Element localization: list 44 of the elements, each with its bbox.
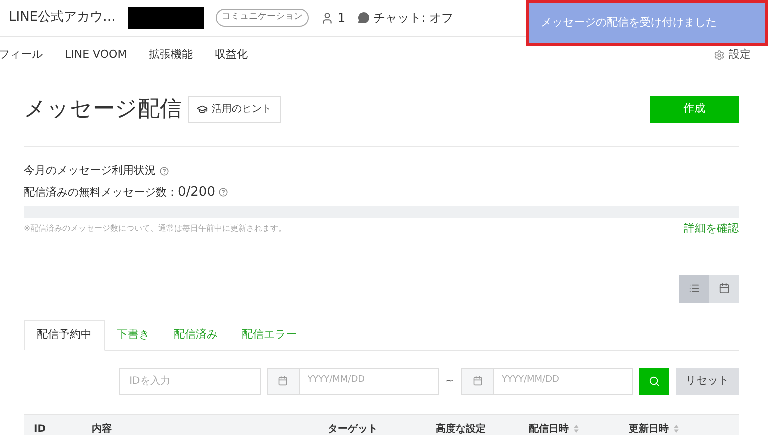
column-header[interactable]: 更新日時 (629, 422, 679, 435)
column-header: 高度な設定 (436, 422, 486, 435)
end-date-field[interactable]: YYYY/MM/DD (461, 368, 633, 394)
usage-count: 配信済みの無料メッセージ数：0/200 (24, 184, 216, 202)
page-title: メッセージ配信 (24, 96, 182, 124)
reset-button[interactable]: リセット (676, 368, 739, 394)
start-date-field[interactable]: YYYY/MM/DD (266, 368, 439, 394)
range-separator: ~ (446, 374, 454, 388)
chat-status: チャット: オフ (374, 10, 454, 27)
search-button[interactable] (639, 368, 669, 394)
account-type-badge: コミュニケーション (216, 9, 310, 27)
nav-link[interactable]: 拡張機能 (149, 46, 194, 64)
search-icon (648, 376, 660, 386)
nav-link[interactable]: LINE VOOM (65, 46, 128, 64)
calendar-icon (472, 376, 482, 386)
sort-icon[interactable] (574, 425, 579, 433)
column-header: ターゲット (328, 422, 378, 435)
gear-icon (714, 50, 725, 60)
chat-icon (358, 12, 370, 24)
tab[interactable]: 配信予約中 (24, 320, 105, 350)
id-input-field[interactable]: IDを入力 (118, 368, 261, 394)
toast-message: メッセージの配信を受け付けました (541, 14, 717, 31)
member-icon (321, 12, 334, 24)
column-header: 内容 (92, 422, 112, 435)
calendar-view-button[interactable] (709, 274, 739, 302)
usage-heading: 今月のメッセージ利用状況 (24, 163, 156, 179)
hint-button[interactable]: 活用のヒント (188, 96, 281, 123)
nav-link[interactable]: 収益化 (215, 46, 248, 64)
column-header[interactable]: 配信日時 (529, 422, 579, 435)
account-name: LINE公式アカウ… (8, 9, 116, 28)
column-header: ID (34, 422, 46, 435)
settings-link[interactable]: 設定 (714, 46, 751, 64)
details-link[interactable]: 詳細を確認 (684, 221, 739, 238)
member-count: 1 (338, 10, 346, 27)
help-icon[interactable] (160, 166, 169, 176)
calendar-icon (278, 376, 288, 386)
calendar-icon (718, 283, 730, 294)
sort-icon[interactable] (674, 425, 679, 433)
nav-link[interactable]: フィール (0, 46, 43, 64)
help-icon[interactable] (219, 188, 228, 197)
graduation-cap-icon (197, 104, 208, 115)
usage-note: ※配信済みのメッセージ数について、通常は毎日午前中に更新されます。 (24, 223, 287, 236)
start-date-input[interactable]: YYYY/MM/DD (300, 368, 438, 394)
end-date-input[interactable]: YYYY/MM/DD (494, 368, 632, 394)
